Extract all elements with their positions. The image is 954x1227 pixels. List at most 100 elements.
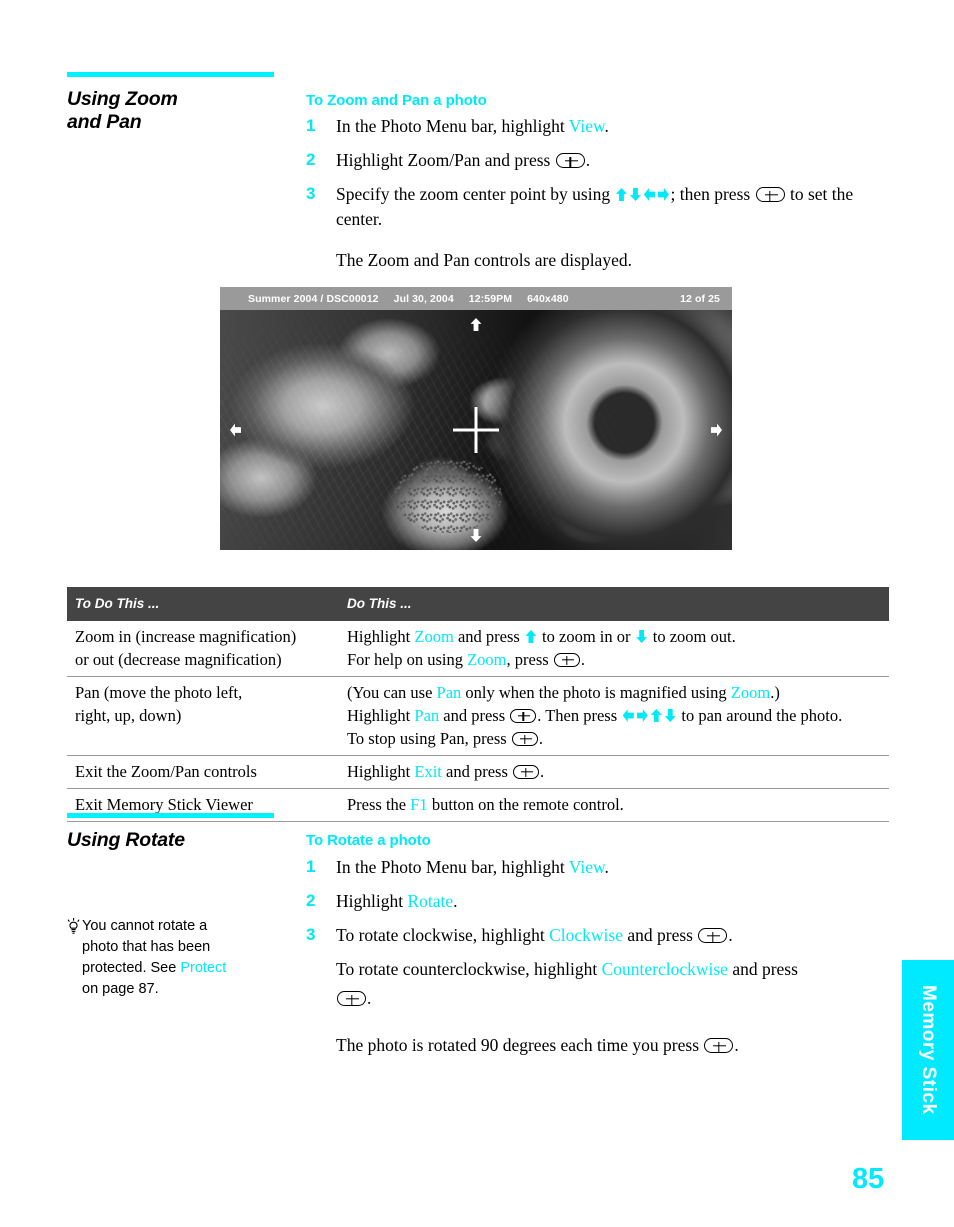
cell-line: or out (decrease magnification): [75, 650, 282, 669]
tip-line-3: protected. See Protect: [82, 958, 226, 979]
step-text-pre: Specify the zoom center point by using: [336, 184, 615, 204]
zoom-center-crosshair-icon: [453, 407, 499, 453]
arrow-up-icon: [650, 709, 662, 722]
cell-line: right, up, down): [75, 706, 182, 725]
ui-term-zoom: Zoom: [414, 627, 454, 646]
step-3: 3 Specify the zoom center point by using…: [306, 182, 890, 232]
ui-term-zoom: Zoom: [467, 650, 507, 669]
arrow-down-icon: [636, 630, 648, 643]
arrow-right-icon: [657, 188, 669, 201]
photo-resolution: 640x480: [527, 292, 569, 305]
text-mid: and press: [441, 762, 512, 781]
table-header-col1: To Do This ...: [67, 587, 339, 621]
text-mid: button on the remote control.: [427, 795, 624, 814]
text-post: , press: [506, 650, 553, 669]
step-1: 1 In the Photo Menu bar, highlight View.: [306, 855, 890, 880]
step-text-pre: To rotate counterclockwise, highlight: [336, 959, 602, 979]
step-text-pre: Highlight: [336, 891, 408, 911]
arrow-down-icon: [629, 188, 641, 201]
cell-line: For help on using Zoom, press .: [347, 648, 881, 671]
step3-line-1: To rotate clockwise, highlight Clockwise…: [336, 923, 798, 948]
select-button-icon: [511, 732, 538, 746]
zoom-pan-controls-table: To Do This ... Do This ... Zoom in (incr…: [67, 587, 889, 822]
step-text-pre: In the Photo Menu bar, highlight: [336, 116, 569, 136]
text-post: to pan around the photo.: [677, 706, 843, 725]
text-pre: Press the: [347, 795, 411, 814]
photo-viewer-screenshot: Summer 2004 / DSC00012 Jul 30, 2004 12:5…: [220, 287, 732, 550]
table-cell-action: Zoom in (increase magnification) or out …: [67, 621, 339, 677]
result-text-pre: The photo is rotated 90 degrees each tim…: [336, 1035, 704, 1055]
step-number: 2: [306, 891, 316, 910]
section-title-line1: Using Rotate: [67, 829, 185, 851]
text-pre: (You can use: [347, 683, 437, 702]
tip-line-4: on page 87.: [82, 981, 159, 997]
step-text-post: and press: [727, 959, 798, 979]
ui-term-clockwise: Clockwise: [549, 925, 623, 945]
select-button-icon: [553, 653, 580, 667]
tip-text: You cannot rotate a photo that has been …: [82, 916, 226, 1000]
step-result: The Zoom and Pan controls are displayed.: [306, 248, 890, 273]
step3-line-2: To rotate counterclockwise, highlight Co…: [336, 957, 798, 982]
ui-term-pan: Pan: [436, 683, 462, 702]
step-3: 3 To rotate clockwise, highlight Clockwi…: [306, 923, 890, 1011]
table-cell-action: Exit the Zoom/Pan controls: [67, 755, 339, 789]
text-pre: For help on using: [347, 650, 468, 669]
select-button-icon: [510, 709, 537, 723]
arrow-left-icon: [622, 709, 634, 722]
period: .: [367, 988, 372, 1008]
step-text: In the Photo Menu bar, highlight View.: [336, 855, 609, 880]
period: .: [728, 925, 733, 945]
step-1: 1 In the Photo Menu bar, highlight View.: [306, 114, 890, 139]
subheading-zoom-pan: To Zoom and Pan a photo: [306, 92, 487, 109]
step-text-post: .: [453, 891, 458, 911]
select-button-icon: [555, 153, 585, 168]
text-post: .): [770, 683, 780, 702]
table-cell-instruction: (You can use Pan only when the photo is …: [339, 676, 889, 756]
photo-flower-center-texture: [394, 458, 503, 533]
step-text-post: .: [604, 857, 609, 877]
ui-term-counterclockwise: Counterclockwise: [601, 959, 728, 979]
cell-line: To stop using Pan, press .: [347, 727, 881, 750]
result-text: The photo is rotated 90 degrees each tim…: [336, 1033, 739, 1058]
text-mid2: . Then press: [537, 706, 622, 725]
step-text: To rotate clockwise, highlight Clockwise…: [336, 923, 798, 1011]
step-number: 2: [306, 150, 316, 169]
step-text-pre: To rotate clockwise, highlight: [336, 925, 550, 945]
ui-term-pan: Pan: [414, 706, 440, 725]
step-text-pre: In the Photo Menu bar, highlight: [336, 857, 569, 877]
table-cell-instruction: Highlight Zoom and press to zoom in or t…: [339, 621, 889, 677]
cell-line: Zoom in (increase magnification): [75, 627, 297, 646]
subheading-rotate: To Rotate a photo: [306, 832, 431, 849]
step-text: In the Photo Menu bar, highlight View.: [336, 114, 609, 139]
text-mid: and press: [439, 706, 510, 725]
section-rule-zoom-pan: [67, 72, 274, 77]
ui-term-view: View: [568, 116, 605, 136]
section-rule-rotate: [67, 813, 274, 818]
cell-line: Highlight Pan and press . Then press to …: [347, 704, 881, 727]
period: .: [580, 650, 585, 669]
text-post: .: [538, 729, 543, 748]
table-cell-instruction: Press the F1 button on the remote contro…: [339, 788, 889, 822]
step-number: 3: [306, 184, 316, 203]
step-2: 2 Highlight Zoom/Pan and press .: [306, 148, 890, 173]
overlay-arrow-right-icon: [711, 423, 722, 437]
select-button-icon: [755, 187, 785, 202]
step-text-mid: ; then press: [670, 184, 755, 204]
arrow-right-icon: [636, 709, 648, 722]
photo-info-bar: Summer 2004 / DSC00012 Jul 30, 2004 12:5…: [220, 287, 732, 310]
result-text: The Zoom and Pan controls are displayed.: [336, 250, 632, 270]
arrow-down-icon: [664, 709, 676, 722]
text-pre: To stop using Pan, press: [347, 729, 511, 748]
step-text: Highlight Rotate.: [336, 889, 458, 914]
photo-time: 12:59PM: [468, 292, 513, 305]
table-row: Pan (move the photo left, right, up, dow…: [67, 676, 889, 756]
ui-term-protect: Protect: [180, 960, 227, 976]
table-header-row: To Do This ... Do This ...: [67, 587, 889, 621]
step-number-spacer: [306, 1033, 336, 1058]
photo-info-left: Summer 2004 / DSC00012 Jul 30, 2004 12:5…: [232, 293, 569, 305]
select-button-icon: [698, 928, 728, 943]
text-pre: Highlight: [347, 706, 415, 725]
section-title-rotate: Using Rotate: [67, 829, 287, 852]
overlay-arrow-left-icon: [230, 423, 241, 437]
section-title-line2: and Pan: [67, 111, 142, 133]
